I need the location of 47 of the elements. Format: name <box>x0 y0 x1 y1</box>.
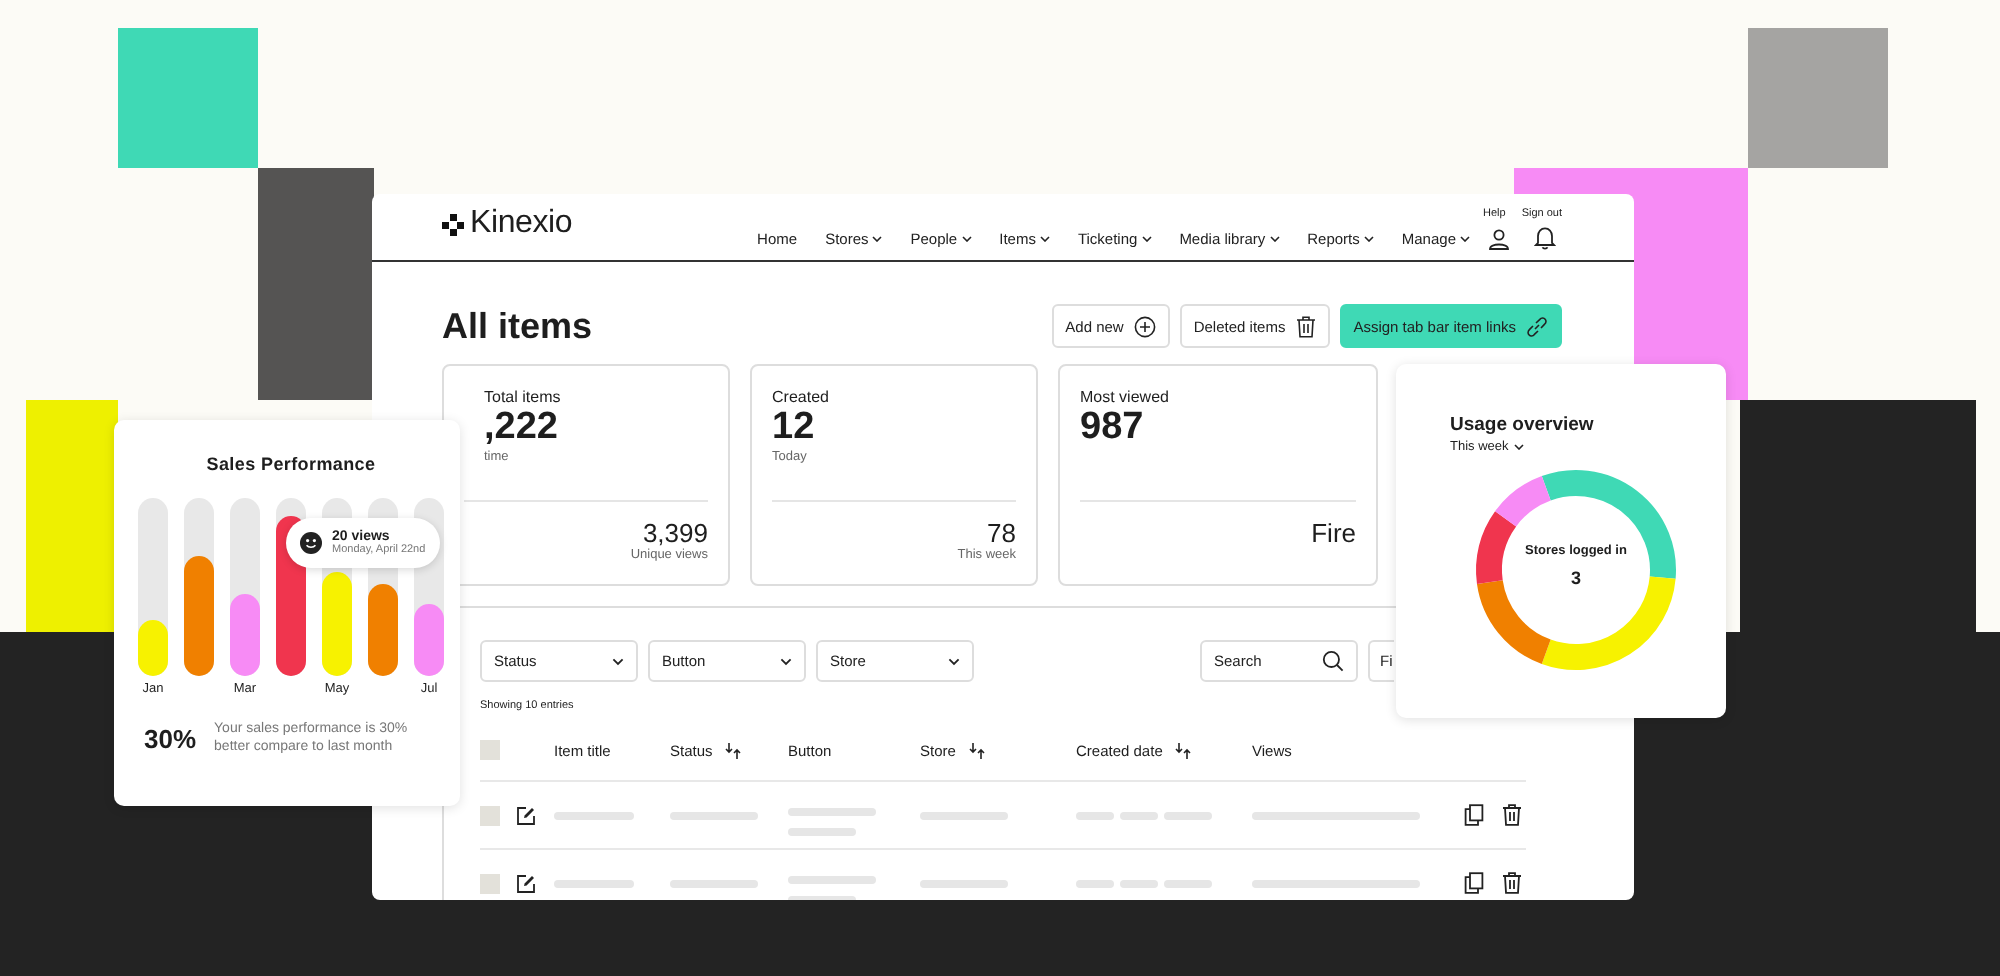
chevron-down-icon <box>1514 444 1525 450</box>
stat-value: Fire <box>1311 518 1356 548</box>
sort-icon[interactable] <box>1174 741 1193 759</box>
row-checkbox[interactable] <box>480 805 500 825</box>
stat-label: Total items <box>484 388 561 406</box>
chevron-down-icon <box>1269 235 1280 241</box>
sort-icon[interactable] <box>967 741 986 759</box>
page-title: All items <box>442 305 593 347</box>
copy-icon[interactable] <box>1464 872 1484 894</box>
chevron-down-icon <box>612 657 624 665</box>
chevron-down-icon <box>961 235 972 241</box>
decor-square <box>1748 28 1888 168</box>
stat-value: 12 <box>772 406 815 450</box>
card-title: Usage overview <box>1450 414 1596 436</box>
trash-icon <box>1295 315 1316 337</box>
chevron-down-icon <box>948 657 960 665</box>
logo-text: Kinexio <box>470 206 573 242</box>
chevron-down-icon <box>1141 235 1152 241</box>
row-checkbox[interactable] <box>480 873 500 893</box>
select-all-checkbox[interactable] <box>480 740 500 760</box>
stat-value: ,222 <box>484 406 558 450</box>
user-icon[interactable] <box>1488 227 1510 249</box>
chevron-down-icon <box>872 235 883 241</box>
stat-label: Most viewed <box>1080 388 1169 406</box>
plus-circle-icon <box>1133 315 1156 337</box>
delete-icon[interactable] <box>1502 804 1522 826</box>
stat-value: 78 <box>987 518 1016 548</box>
chevron-down-icon <box>780 657 792 665</box>
copy-icon[interactable] <box>1464 804 1484 826</box>
chevron-down-icon <box>1039 235 1050 241</box>
percent-value: 30% <box>144 723 197 753</box>
chevron-down-icon <box>1363 235 1374 241</box>
edit-icon[interactable] <box>516 805 536 825</box>
edit-icon[interactable] <box>516 873 536 893</box>
smiley-icon <box>300 532 322 554</box>
card-title: Sales Performance <box>204 454 378 474</box>
stat-value: 987 <box>1080 406 1144 450</box>
sort-icon[interactable] <box>724 741 743 759</box>
link-icon <box>1526 315 1548 337</box>
bell-icon[interactable] <box>1534 226 1556 250</box>
delete-icon[interactable] <box>1502 872 1522 894</box>
logo-mark-icon <box>442 213 464 235</box>
donut-value: 3 <box>1570 568 1581 588</box>
search-icon <box>1322 650 1344 672</box>
stat-label: Created <box>772 388 829 406</box>
chevron-down-icon <box>1460 235 1470 241</box>
stat-value: 3,399 <box>642 518 708 548</box>
